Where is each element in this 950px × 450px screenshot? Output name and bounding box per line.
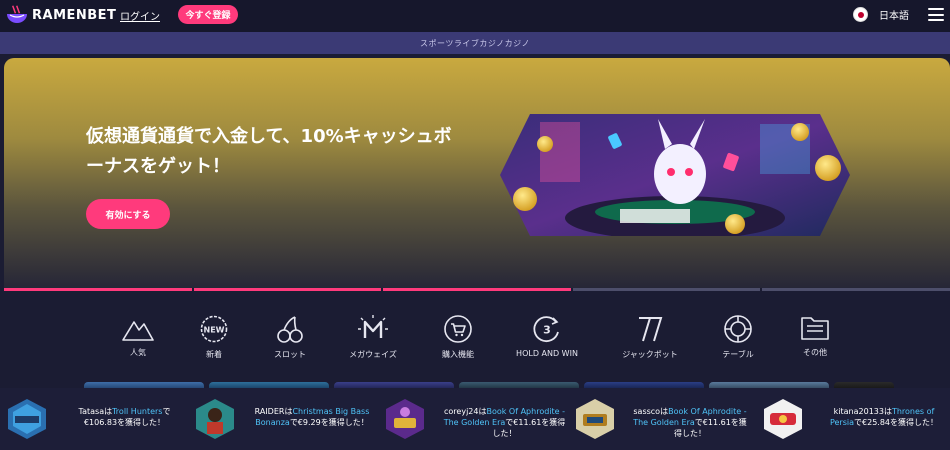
category-label: テーブル bbox=[722, 350, 754, 359]
category-label: HOLD AND WIN bbox=[516, 349, 578, 358]
winner-entry[interactable]: sasscoはBook Of Aphrodite - The Golden Er… bbox=[570, 388, 760, 450]
winner-text: RAIDERはChristmas Big Bass Bonanzaで€9.29を… bbox=[252, 406, 372, 428]
casino-rabbit-illustration bbox=[500, 114, 850, 236]
category-other[interactable]: その他 bbox=[775, 314, 855, 358]
category-label: ジャックポット bbox=[622, 350, 678, 359]
winner-text: coreyj24はBook Of Aphrodite - The Golden … bbox=[442, 406, 567, 439]
winner-username: kitana20133 bbox=[833, 407, 884, 416]
category-megaways[interactable]: メガウェイズ bbox=[333, 314, 413, 360]
folder-icon bbox=[801, 317, 829, 340]
category-jackpot[interactable]: ジャックポット bbox=[610, 314, 690, 360]
language-label: 日本語 bbox=[879, 11, 909, 22]
book-of-aphrodite-thumbnail-icon bbox=[386, 399, 424, 439]
slide-indicator[interactable] bbox=[762, 288, 950, 291]
category-new[interactable]: NEW 新着 bbox=[174, 314, 254, 360]
hero-title: 仮想通貨通貨で入金して、10%キャッシュボーナスをゲット！ bbox=[86, 126, 452, 177]
winner-connector: は bbox=[104, 407, 113, 416]
winner-username: RAIDER bbox=[254, 407, 285, 416]
shopping-cart-icon bbox=[444, 315, 472, 343]
category-label: スロット bbox=[274, 350, 306, 359]
hamburger-menu-icon[interactable] bbox=[928, 8, 944, 21]
game-categories: 人気 NEW 新着 スロット メガウェイズ 購入機能 3 HOLD AND WI… bbox=[100, 314, 840, 364]
winner-username: Tatasa bbox=[78, 407, 105, 416]
category-label: 人気 bbox=[130, 348, 146, 357]
winner-text: sasscoはBook Of Aphrodite - The Golden Er… bbox=[630, 406, 750, 439]
hold-and-win-icon: 3 bbox=[533, 316, 559, 342]
language-selector[interactable]: 日本語 bbox=[853, 7, 909, 22]
winner-username: sassco bbox=[633, 407, 661, 416]
megaways-icon bbox=[358, 315, 388, 338]
mountain-icon bbox=[122, 321, 154, 341]
hero-slide-progress bbox=[4, 288, 950, 291]
category-label: 新着 bbox=[206, 350, 222, 359]
new-badge-icon: NEW bbox=[200, 315, 228, 343]
winner-amount: で€25.84を獲得した！ bbox=[854, 418, 939, 427]
winner-connector: は bbox=[660, 407, 669, 416]
cherries-icon bbox=[277, 316, 303, 343]
activate-bonus-button[interactable]: 有効にする bbox=[86, 199, 170, 229]
category-buy-feature[interactable]: 購入機能 bbox=[418, 314, 498, 360]
poker-chip-icon bbox=[724, 315, 752, 343]
christmas-big-bass-thumbnail-icon bbox=[196, 399, 234, 439]
category-label: その他 bbox=[803, 348, 827, 357]
sub-navigation: スポーツライブカジノカジノ bbox=[0, 32, 950, 54]
category-table[interactable]: テーブル bbox=[698, 314, 778, 360]
register-button[interactable]: 今すぐ登録 bbox=[178, 5, 238, 24]
category-hold-and-win[interactable]: 3 HOLD AND WIN bbox=[507, 314, 587, 358]
slide-indicator[interactable] bbox=[4, 288, 192, 291]
japan-flag-icon bbox=[853, 7, 868, 22]
seven-icon bbox=[639, 317, 663, 342]
hero-banner: 仮想通貨通貨で入金して、10%キャッシュボーナスをゲット！ 有効にする bbox=[4, 58, 950, 288]
winner-entry[interactable]: TatasaはTroll Huntersで€106.83を獲得した！ bbox=[0, 388, 190, 450]
winner-text: TatasaはTroll Huntersで€106.83を獲得した！ bbox=[62, 406, 187, 428]
login-link[interactable]: ログイン bbox=[120, 8, 160, 23]
svg-text:NEW: NEW bbox=[204, 326, 225, 335]
top-header: RAMENBET ログイン 今すぐ登録 日本語 bbox=[0, 0, 950, 32]
category-slots[interactable]: スロット bbox=[250, 314, 330, 360]
slide-indicator[interactable] bbox=[193, 288, 382, 291]
category-popular[interactable]: 人気 bbox=[98, 314, 178, 358]
winner-entry[interactable]: coreyj24はBook Of Aphrodite - The Golden … bbox=[380, 388, 570, 450]
winner-amount: で€9.29を獲得した！ bbox=[289, 418, 369, 427]
winner-entry[interactable]: kitana20133はThrones of Persiaで€25.84を獲得し… bbox=[760, 388, 950, 450]
slide-indicator[interactable] bbox=[572, 288, 761, 291]
winner-username: coreyj24 bbox=[444, 407, 479, 416]
brand-name: RAMENBET bbox=[32, 7, 117, 23]
recent-winners-bar: TatasaはTroll Huntersで€106.83を獲得した！ RAIDE… bbox=[0, 388, 950, 450]
book-of-aphrodite-thumbnail-icon bbox=[576, 399, 614, 439]
slide-indicator[interactable] bbox=[383, 288, 571, 291]
winner-text: kitana20133はThrones of Persiaで€25.84を獲得し… bbox=[822, 406, 946, 428]
troll-hunters-thumbnail-icon bbox=[8, 399, 46, 439]
ramen-bowl-icon bbox=[7, 5, 27, 23]
winner-game-link[interactable]: Troll Hunters bbox=[112, 407, 162, 416]
winner-connector: は bbox=[883, 407, 892, 416]
subnav-links[interactable]: スポーツライブカジノカジノ bbox=[420, 38, 530, 49]
winner-entry[interactable]: RAIDERはChristmas Big Bass Bonanzaで€9.29を… bbox=[190, 388, 380, 450]
ramenbet-logo[interactable]: RAMENBET bbox=[6, 5, 116, 25]
svg-text:3: 3 bbox=[543, 324, 551, 337]
category-label: メガウェイズ bbox=[349, 350, 397, 359]
thrones-of-persia-thumbnail-icon bbox=[764, 399, 802, 439]
category-label: 購入機能 bbox=[442, 350, 474, 359]
